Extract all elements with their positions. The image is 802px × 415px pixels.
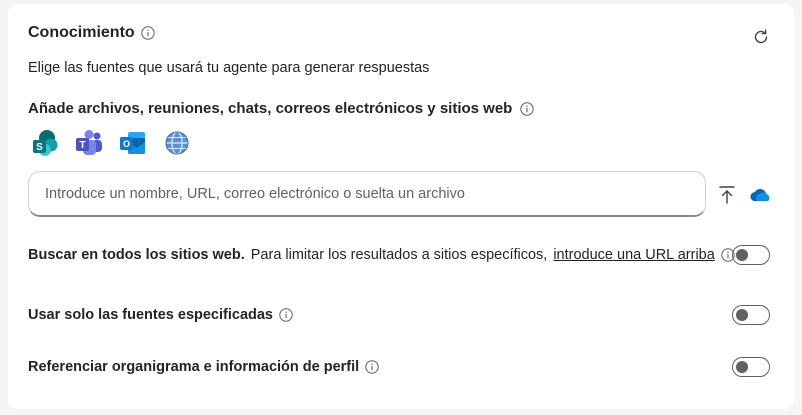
upload-icon[interactable] [716,184,738,206]
org-chart-toggle[interactable] [732,357,770,377]
toggle-knob [736,361,748,373]
source-icon-list: S T O [30,128,192,158]
option-title: Referenciar organigrama e información de… [28,359,360,375]
option-title: Buscar en todos los sitios web. [28,247,245,263]
info-icon[interactable] [140,26,155,40]
toggle-knob [736,309,748,321]
option-search-all-web: Buscar en todos los sitios web. Para lim… [28,244,770,266]
svg-text:O: O [123,139,130,149]
outlook-icon[interactable]: O [118,128,148,158]
option-description: Para limitar los resultados a sitios esp… [250,247,548,263]
sources-header: Añade archivos, reuniones, chats, correo… [28,100,535,117]
info-icon[interactable] [279,308,293,322]
option-label: Usar solo las fuentes especificadas [28,307,293,323]
card-title: Conocimiento [28,24,135,41]
card-subtitle: Elige las fuentes que usará tu agente pa… [28,60,430,76]
card-header: Conocimiento [28,24,155,42]
web-globe-icon[interactable] [162,128,192,158]
specified-sources-toggle[interactable] [732,305,770,325]
option-label: Referenciar organigrama e información de… [28,359,379,375]
option-label: Buscar en todos los sitios web. Para lim… [28,247,735,263]
source-search-input[interactable] [43,184,705,203]
enter-url-link[interactable]: introduce una URL arriba [553,247,714,263]
sharepoint-icon[interactable]: S [30,128,60,158]
knowledge-card: Conocimiento Elige las fuentes que usará… [8,4,794,409]
option-title: Usar solo las fuentes especificadas [28,307,273,323]
source-input-box [28,171,706,217]
option-specified-sources: Usar solo las fuentes especificadas [28,304,770,326]
search-web-toggle[interactable] [732,245,770,265]
toggle-knob [736,249,748,261]
refresh-icon[interactable] [752,28,770,46]
sources-heading: Añade archivos, reuniones, chats, correo… [28,100,513,117]
teams-icon[interactable]: T [74,128,104,158]
svg-text:S: S [36,142,43,153]
onedrive-icon[interactable] [748,185,772,205]
info-icon[interactable] [365,360,379,374]
svg-text:T: T [79,140,85,151]
option-org-chart: Referenciar organigrama e información de… [28,356,770,378]
info-icon[interactable] [520,101,535,116]
